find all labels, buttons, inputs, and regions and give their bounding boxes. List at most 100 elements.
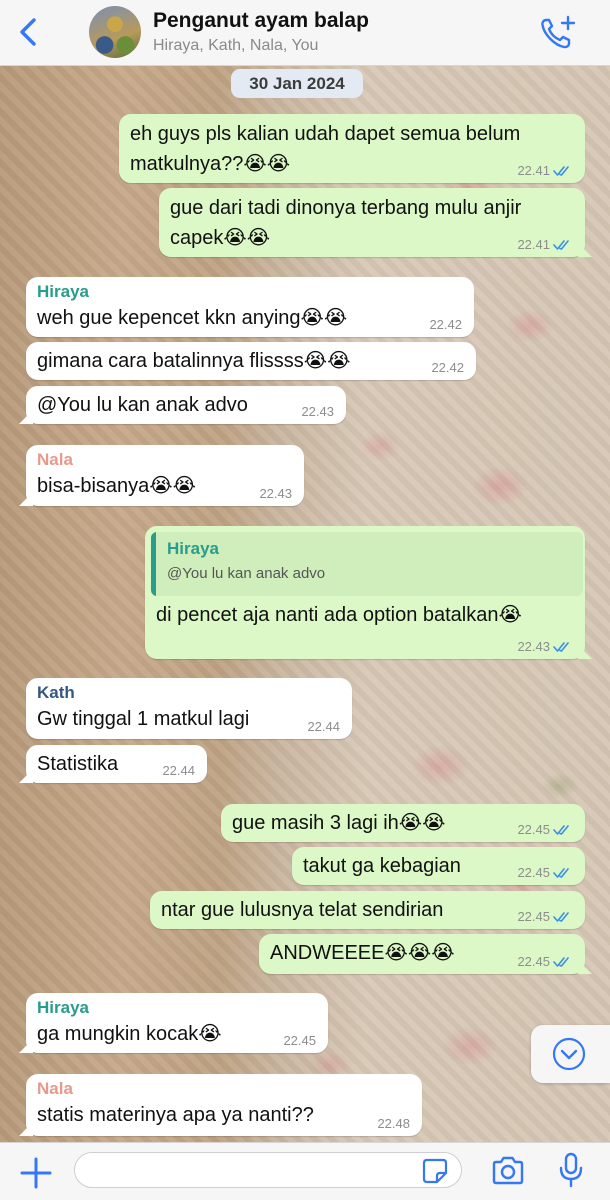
message-bubble-incoming[interactable]: Nala bisa-bisanya😭😭 22.43	[26, 445, 304, 506]
message-composer	[0, 1142, 610, 1200]
group-avatar[interactable]	[89, 6, 141, 58]
message-text: gimana cara batalinnya flissss😭😭	[37, 350, 351, 372]
message-time: 22.41	[517, 163, 550, 178]
message-meta: 22.48	[377, 1116, 410, 1132]
message-meta: 22.45	[517, 909, 573, 925]
quote-text: @You lu kan anak advo	[167, 565, 326, 582]
message-time: 22.42	[431, 360, 464, 375]
sender-name[interactable]: Hiraya	[37, 997, 89, 1019]
attach-button[interactable]	[18, 1155, 54, 1191]
message-bubble-outgoing[interactable]: Hiraya @You lu kan anak advo di pencet a…	[145, 526, 585, 659]
voice-message-button[interactable]	[556, 1151, 586, 1189]
message-time: 22.44	[307, 719, 340, 734]
message-bubble-incoming[interactable]: Statistika 22.44	[26, 745, 207, 783]
camera-button[interactable]	[490, 1155, 526, 1187]
message-bubble-incoming[interactable]: Hiraya weh gue kepencet kkn anying😭😭 22.…	[26, 277, 474, 337]
message-bubble-incoming[interactable]: Kath Gw tinggal 1 matkul lagi 22.44	[26, 678, 352, 739]
message-bubble-incoming[interactable]: @You lu kan anak advo 22.43	[26, 386, 346, 424]
sticker-button[interactable]	[422, 1158, 448, 1184]
message-bubble-incoming[interactable]: gimana cara batalinnya flissss😭😭 22.42	[26, 342, 476, 380]
message-time: 22.43	[517, 639, 550, 654]
camera-icon	[492, 1156, 524, 1185]
sender-name[interactable]: Nala	[37, 1078, 73, 1100]
sender-name[interactable]: Kath	[37, 682, 75, 704]
add-call-button[interactable]	[538, 14, 578, 52]
double-check-icon	[553, 957, 569, 967]
message-line: gue dari tadi dinonya terbang mulu anjir	[170, 197, 522, 219]
message-meta: 22.44	[162, 763, 195, 779]
message-bubble-outgoing[interactable]: gue dari tadi dinonya terbang mulu anjir…	[159, 188, 585, 257]
message-text: di pencet aja nanti ada option batalkan😭	[156, 604, 522, 626]
message-text: eh guys pls kalian udah dapet semua belu…	[130, 119, 520, 179]
message-meta: 22.43	[517, 639, 573, 655]
chat-title[interactable]: Penganut ayam balap	[153, 9, 369, 33]
plus-icon	[20, 1157, 52, 1189]
message-line: eh guys pls kalian udah dapet semua belu…	[130, 123, 521, 145]
message-meta: 22.43	[259, 486, 292, 502]
message-text: ANDWEEEE😭😭😭	[270, 942, 455, 964]
message-meta: 22.42	[431, 360, 464, 376]
message-time: 22.45	[517, 954, 550, 969]
message-text: statis materinya apa ya nanti??	[37, 1104, 314, 1126]
message-time: 22.45	[517, 909, 550, 924]
message-line: matkulnya??😭😭	[130, 153, 291, 175]
message-text: Gw tinggal 1 matkul lagi	[37, 708, 250, 730]
message-bubble-incoming[interactable]: Nala statis materinya apa ya nanti?? 22.…	[26, 1074, 422, 1136]
message-text: weh gue kepencet kkn anying😭😭	[37, 307, 348, 329]
date-separator: 30 Jan 2024	[231, 69, 363, 98]
message-input[interactable]	[74, 1152, 462, 1188]
microphone-icon	[559, 1152, 583, 1188]
double-check-icon	[553, 642, 569, 652]
double-check-icon	[553, 868, 569, 878]
message-bubble-incoming[interactable]: Hiraya ga mungkin kocak😭 22.45	[26, 993, 328, 1053]
message-bubble-outgoing[interactable]: ANDWEEEE😭😭😭 22.45	[259, 934, 585, 974]
message-bubble-outgoing[interactable]: gue masih 3 lagi ih😭😭 22.45	[221, 804, 585, 842]
message-time: 22.41	[517, 237, 550, 252]
message-time: 22.43	[301, 404, 334, 419]
sender-name[interactable]: Nala	[37, 449, 73, 471]
message-text: ntar gue lulusnya telat sendirian	[161, 899, 444, 921]
back-button[interactable]	[12, 12, 48, 52]
quote-sender: Hiraya	[167, 539, 219, 558]
message-time: 22.45	[517, 822, 550, 837]
message-meta: 22.41	[517, 237, 573, 253]
chevron-down-circle-icon	[552, 1037, 586, 1071]
scroll-to-bottom-button[interactable]	[531, 1025, 610, 1083]
sticker-icon	[422, 1158, 448, 1184]
message-time: 22.48	[377, 1116, 410, 1131]
message-meta: 22.41	[517, 163, 573, 179]
message-text: Statistika	[37, 753, 119, 775]
message-time: 22.43	[259, 486, 292, 501]
message-text: gue masih 3 lagi ih😭😭	[232, 812, 446, 834]
message-meta: 22.43	[301, 404, 334, 420]
chevron-left-icon	[20, 18, 36, 46]
message-text: ga mungkin kocak😭	[37, 1023, 222, 1045]
phone-plus-icon	[541, 15, 576, 49]
message-meta: 22.45	[283, 1033, 316, 1049]
message-line: capek😭😭	[170, 227, 271, 249]
message-bubble-outgoing[interactable]: eh guys pls kalian udah dapet semua belu…	[119, 114, 585, 183]
message-meta: 22.45	[517, 822, 573, 838]
quoted-message[interactable]: Hiraya @You lu kan anak advo	[151, 532, 583, 596]
message-bubble-outgoing[interactable]: ntar gue lulusnya telat sendirian 22.45	[150, 891, 585, 929]
message-time: 22.42	[429, 317, 462, 332]
message-time: 22.45	[283, 1033, 316, 1048]
message-meta: 22.45	[517, 954, 573, 970]
double-check-icon	[553, 240, 569, 250]
message-time: 22.45	[517, 865, 550, 880]
message-time: 22.44	[162, 763, 195, 778]
double-check-icon	[553, 912, 569, 922]
message-text: bisa-bisanya😭😭	[37, 475, 197, 497]
message-meta: 22.45	[517, 865, 573, 881]
chat-header: Penganut ayam balap Hiraya, Kath, Nala, …	[0, 0, 610, 66]
double-check-icon	[553, 825, 569, 835]
chat-members[interactable]: Hiraya, Kath, Nala, You	[153, 37, 318, 55]
message-meta: 22.42	[429, 317, 462, 333]
quote-accent-bar	[151, 532, 156, 596]
message-text: @You lu kan anak advo	[37, 394, 248, 416]
message-text: gue dari tadi dinonya terbang mulu anjir…	[170, 193, 521, 253]
sender-name[interactable]: Hiraya	[37, 281, 89, 303]
double-check-icon	[553, 166, 569, 176]
message-bubble-outgoing[interactable]: takut ga kebagian 22.45	[292, 847, 585, 885]
message-meta: 22.44	[307, 719, 340, 735]
